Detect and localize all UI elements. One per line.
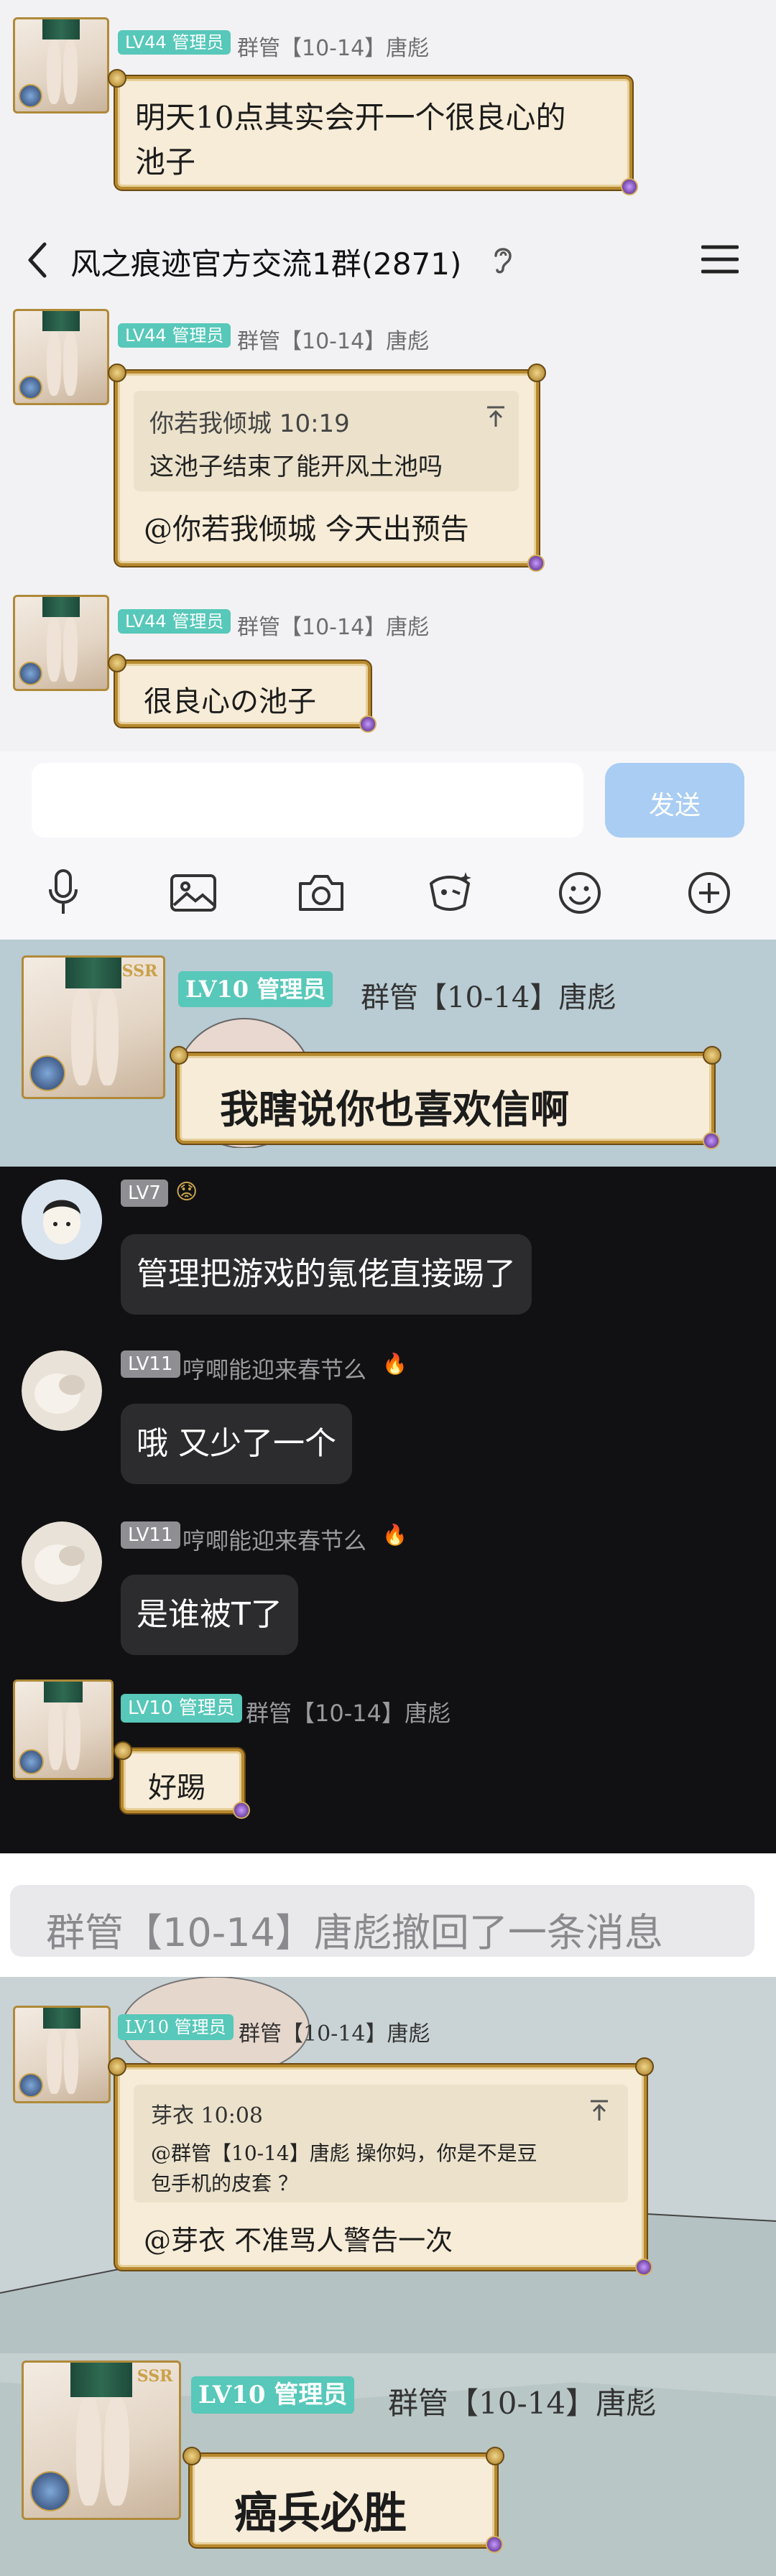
user-avatar[interactable] — [13, 17, 109, 113]
quoted-message[interactable]: 芽衣 10:08 @群管【10-14】唐彪 操你妈，你是不是豆 包手机的皮套 ？ — [134, 2085, 628, 2202]
ssr-label: SSR — [121, 961, 158, 981]
recall-notice-text: 群管【10-14】唐彪撤回了一条消息 — [46, 1910, 663, 1955]
message-bubble[interactable]: 管理把游戏的氪佬直接踢了 — [121, 1234, 532, 1315]
reply-text: @芽衣 不准骂人警告一次 — [144, 2225, 453, 2256]
message-text: 癌兵必胜 — [234, 2488, 407, 2539]
ear-icon[interactable] — [491, 244, 514, 276]
level-badge: LV44 管理员 — [118, 609, 231, 634]
sender-name: 群管【10-14】唐彪 — [388, 2386, 657, 2421]
level-badge: LV44 管理员 — [118, 30, 231, 55]
image-icon[interactable] — [170, 874, 217, 912]
message-bubble[interactable]: 好踢 — [114, 1741, 250, 1819]
send-button[interactable]: 发送 — [605, 763, 744, 838]
sender-name: 哼唧能迎来春节么 — [183, 1356, 367, 1384]
recall-notice: 群管【10-14】唐彪撤回了一条消息 — [10, 1885, 754, 1957]
reply-text: @你若我倾城 今天出预告 — [144, 513, 469, 546]
panel-1: LV44 管理员 群管【10-14】唐彪 明天10点其实会开一个很良心的 池子 — [0, 0, 776, 210]
plus-icon[interactable] — [687, 871, 731, 915]
message-bubble[interactable]: 很良心の池子 — [108, 654, 377, 733]
sender-name: 群管【10-14】唐彪 — [239, 2021, 430, 2047]
message-text-line-1: 明天10点其实会开一个很良心的 — [135, 100, 566, 135]
user-avatar[interactable]: SSR — [22, 955, 165, 1099]
quote-text-line-2: 包手机的皮套 ？ — [151, 2172, 298, 2195]
sender-name: 群管【10-14】唐彪 — [237, 329, 430, 354]
message-text: 管理把游戏的氪佬直接踢了 — [137, 1256, 516, 1292]
sender-name: 群管【10-14】唐彪 — [361, 981, 616, 1014]
panel-2-qq-chat: 风之痕迹官方交流1群(2871) LV44 管理员 群管【10-14】唐彪 你若… — [0, 210, 776, 940]
sender-name: 群管【10-14】唐彪 — [246, 1700, 451, 1727]
level-badge: LV10 管理员 — [191, 2376, 355, 2414]
user-avatar[interactable] — [22, 1521, 102, 1602]
message-bubble[interactable]: 癌兵必胜 — [183, 2447, 504, 2553]
panel-3: SSR LV10 管理员 群管【10-14】唐彪 我瞎说你也喜欢信啊 — [0, 940, 776, 1167]
level-badge: LV11 — [121, 1521, 180, 1549]
input-area: 发送 — [0, 751, 776, 940]
sender-name: 哼唧能迎来春节么 — [183, 1527, 367, 1555]
hamburger-menu-icon[interactable] — [701, 244, 739, 274]
emoji-icon[interactable] — [558, 871, 602, 915]
sender-name: 群管【10-14】唐彪 — [237, 36, 430, 61]
jump-to-top-icon[interactable] — [486, 405, 506, 428]
chat-title: 风之痕迹官方交流1群(2871) — [70, 246, 462, 282]
level-badge: LV44 管理员 — [118, 323, 231, 348]
ssr-label: SSR — [137, 2367, 173, 2386]
message-bubble[interactable]: 哦 又少了一个 — [121, 1404, 352, 1484]
level-badge: LV7 — [121, 1180, 168, 1207]
message-bubble[interactable]: 是谁被T了 — [121, 1575, 298, 1655]
quote-author-time: 你若我倾城 10:19 — [149, 409, 350, 438]
quoted-message[interactable]: 你若我倾城 10:19 这池子结束了能开风土池吗 — [134, 391, 519, 491]
message-text: 我瞎说你也喜欢信啊 — [220, 1086, 569, 1132]
panel-6: LV10 管理员 群管【10-14】唐彪 芽衣 10:08 @群管【10-14】… — [0, 1977, 776, 2353]
jump-to-top-icon[interactable] — [589, 2099, 609, 2122]
message-text: 哦 又少了一个 — [137, 1425, 336, 1462]
user-avatar[interactable] — [22, 1180, 102, 1260]
level-badge: LV10 管理员 — [178, 971, 333, 1007]
chat-header: 风之痕迹官方交流1群(2871) — [0, 210, 776, 307]
panel-7: SSR LV10 管理员 群管【10-14】唐彪 癌兵必胜 — [0, 2353, 776, 2576]
user-avatar[interactable] — [13, 309, 109, 405]
reply-bubble[interactable]: 芽衣 10:08 @群管【10-14】唐彪 操你妈，你是不是豆 包手机的皮套 ？… — [108, 2057, 654, 2276]
message-bubble[interactable]: 我瞎说你也喜欢信啊 — [170, 1046, 721, 1149]
status-emoji: 😟 — [175, 1180, 198, 1205]
message-bubble[interactable]: 明天10点其实会开一个很良心的 池子 — [108, 69, 638, 195]
microphone-icon[interactable] — [47, 869, 79, 915]
message-text: 好踢 — [148, 1771, 205, 1804]
user-avatar[interactable]: SSR — [22, 2360, 181, 2520]
message-text: 很良心の池子 — [144, 685, 316, 718]
level-badge: LV11 — [121, 1350, 180, 1378]
camera-icon[interactable] — [297, 872, 345, 912]
user-avatar[interactable] — [22, 1350, 102, 1431]
send-button-label: 发送 — [648, 791, 701, 820]
panel-4-dark-chat: LV7 😟 管理把游戏的氪佬直接踢了 LV11 哼唧能迎来春节么 🔥 哦 又少了… — [0, 1167, 776, 1853]
level-badge: LV10 管理员 — [118, 2014, 234, 2040]
quote-author-time: 芽衣 10:08 — [151, 2103, 263, 2128]
panel-5-recall: 群管【10-14】唐彪撤回了一条消息 — [0, 1853, 776, 1977]
user-avatar[interactable] — [13, 1680, 114, 1780]
user-avatar[interactable] — [13, 2006, 111, 2103]
reply-bubble[interactable]: 你若我倾城 10:19 这池子结束了能开风土池吗 @你若我倾城 今天出预告 — [108, 363, 546, 572]
level-badge: LV10 管理员 — [121, 1694, 242, 1723]
flame-icon: 🔥 — [382, 1523, 407, 1547]
magic-icon[interactable] — [427, 869, 476, 914]
chevron-left-icon[interactable] — [23, 240, 52, 280]
message-text-line-2: 池子 — [135, 144, 196, 180]
message-text: 是谁被T了 — [137, 1596, 282, 1633]
sender-name: 群管【10-14】唐彪 — [237, 615, 430, 640]
message-input[interactable] — [32, 763, 583, 838]
flame-icon: 🔥 — [382, 1352, 407, 1376]
user-avatar[interactable] — [13, 595, 109, 691]
quote-text-line-1: @群管【10-14】唐彪 操你妈，你是不是豆 — [151, 2141, 537, 2165]
quote-text: 这池子结束了能开风土池吗 — [149, 453, 443, 481]
